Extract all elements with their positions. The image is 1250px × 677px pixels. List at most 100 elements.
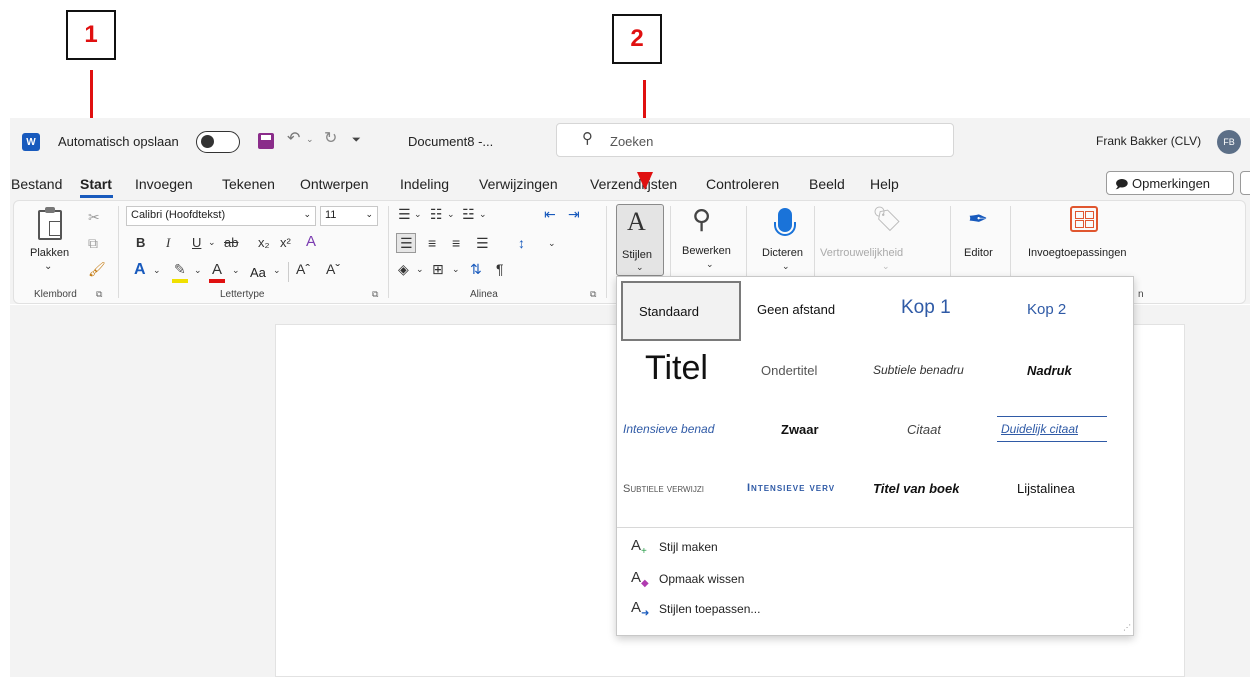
style-titel[interactable]: Titel (645, 349, 708, 388)
highlight-icon[interactable]: ✎ (174, 262, 186, 276)
style-lijstalinea[interactable]: Lijstalinea (1017, 481, 1075, 496)
tab-verwijzingen[interactable]: Verwijzingen (479, 176, 558, 192)
borders-icon[interactable]: ⊞ (432, 262, 444, 276)
align-center-icon[interactable]: ≡ (428, 236, 436, 250)
style-intensieve-benadrukking[interactable]: Intensieve benad (623, 422, 731, 436)
multilevel-dropdown-icon[interactable]: ⌄ (479, 210, 487, 219)
tab-invoegen[interactable]: Invoegen (135, 176, 193, 192)
addins-label[interactable]: Invoegtoepassingen (1028, 247, 1126, 259)
style-subtiele-verwijzing[interactable]: Subtiele verwijzi (623, 483, 739, 495)
resize-grip-icon[interactable]: ⋰ (1123, 623, 1131, 632)
comments-button[interactable]: 🗩 Opmerkingen (1106, 171, 1234, 195)
style-titel-van-boek[interactable]: Titel van boek (873, 481, 959, 496)
clear-formatting-icon[interactable]: A (306, 234, 316, 249)
customize-toolbar-icon[interactable]: ⏷ (352, 135, 361, 146)
cut-icon[interactable]: ✂ (88, 210, 100, 224)
paste-label[interactable]: Plakken (30, 247, 69, 259)
font-launcher-icon[interactable]: ⧉ (372, 290, 378, 299)
style-intensieve-verwijzing[interactable]: Intensieve verv (747, 482, 871, 494)
sort-icon[interactable]: ⇅ (470, 262, 482, 276)
copy-icon[interactable]: ⧉ (88, 236, 98, 250)
search-placeholder[interactable]: Zoeken (610, 134, 653, 149)
editor-icon[interactable]: ✒ (968, 208, 988, 232)
style-ondertitel[interactable]: Ondertitel (761, 363, 817, 378)
dictate-label[interactable]: Dicteren (762, 247, 803, 259)
text-effects-dropdown-icon[interactable]: ⌄ (153, 266, 161, 275)
avatar[interactable]: FB (1217, 130, 1241, 154)
multilevel-list-icon[interactable]: ☳ (462, 207, 475, 221)
clear-formatting-item[interactable]: A◆ Opmaak wissen (617, 565, 1133, 593)
increase-indent-icon[interactable]: ⇥ (568, 207, 580, 221)
tab-beeld[interactable]: Beeld (809, 176, 845, 192)
numbering-dropdown-icon[interactable]: ⌄ (447, 210, 455, 219)
align-left-button[interactable]: ☰ (396, 233, 416, 253)
paste-dropdown-icon[interactable]: ⌄ (44, 262, 52, 272)
borders-dropdown-icon[interactable]: ⌄ (452, 265, 460, 274)
shading-icon[interactable]: ◈ (398, 262, 409, 276)
undo-dropdown-icon[interactable]: ⌄ (306, 135, 314, 144)
bold-icon[interactable]: B (136, 236, 145, 249)
line-spacing-dropdown-icon[interactable]: ⌄ (548, 239, 556, 248)
edit-dropdown-icon[interactable]: ⌄ (706, 260, 714, 269)
paste-icon[interactable] (38, 207, 62, 240)
tab-help[interactable]: Help (870, 176, 899, 192)
underline-dropdown-icon[interactable]: ⌄ (208, 238, 216, 247)
highlight-dropdown-icon[interactable]: ⌄ (194, 266, 202, 275)
style-zwaar[interactable]: Zwaar (781, 422, 819, 437)
bullets-dropdown-icon[interactable]: ⌄ (414, 210, 422, 219)
style-duidelijk-citaat-tile[interactable]: Duidelijk citaat (997, 416, 1107, 442)
font-size-field[interactable]: 11 ⌄ (320, 206, 378, 226)
editor-label[interactable]: Editor (964, 247, 993, 259)
styles-button[interactable]: A Stijlen ⌄ (616, 204, 664, 276)
superscript-icon[interactable]: x² (280, 236, 291, 249)
style-standaard-tile[interactable]: Standaard (621, 281, 741, 341)
format-painter-icon[interactable]: 🖌 (88, 262, 106, 276)
font-name-dropdown-icon[interactable]: ⌄ (303, 209, 311, 220)
justify-icon[interactable]: ☰ (476, 236, 489, 250)
change-case-dropdown-icon[interactable]: ⌄ (273, 266, 281, 275)
style-kop-2[interactable]: Kop 2 (1027, 301, 1066, 318)
tab-tekenen[interactable]: Tekenen (222, 176, 275, 192)
text-effects-icon[interactable]: A (134, 262, 146, 278)
dictate-dropdown-icon[interactable]: ⌄ (782, 262, 790, 271)
find-icon[interactable]: ⚲ (692, 206, 711, 232)
strikethrough-icon[interactable]: ab (224, 236, 238, 249)
line-spacing-icon[interactable]: ↕ (518, 236, 525, 250)
subscript-icon[interactable]: x₂ (258, 236, 270, 249)
tab-verzendlijsten[interactable]: Verzendlijsten (590, 176, 677, 192)
font-name-field[interactable]: Calibri (Hoofdtekst) ⌄ (126, 206, 316, 226)
font-size-dropdown-icon[interactable]: ⌄ (365, 209, 373, 220)
underline-icon[interactable]: U (192, 236, 201, 249)
tab-bestand[interactable]: Bestand (11, 176, 62, 192)
change-case-button[interactable]: Aa (250, 265, 266, 280)
tab-ontwerpen[interactable]: Ontwerpen (300, 176, 368, 192)
save-icon[interactable] (258, 133, 274, 149)
apply-styles-item[interactable]: A➜ Stijlen toepassen... (617, 595, 1133, 623)
redo-icon[interactable]: ↻ (324, 131, 337, 147)
shrink-font-icon[interactable]: Aˇ (326, 262, 340, 276)
decrease-indent-icon[interactable]: ⇤ (544, 207, 556, 221)
clipboard-launcher-icon[interactable]: ⧉ (96, 290, 102, 299)
user-name[interactable]: Frank Bakker (CLV) (1096, 134, 1201, 148)
style-citaat[interactable]: Citaat (907, 422, 941, 437)
style-geen-afstand[interactable]: Geen afstand (757, 302, 835, 317)
tab-controleren[interactable]: Controleren (706, 176, 779, 192)
share-button-edge[interactable] (1240, 171, 1250, 195)
align-right-icon[interactable]: ≡ (452, 236, 460, 250)
tab-start[interactable]: Start (80, 176, 112, 192)
bullets-icon[interactable]: ☰ (398, 207, 411, 221)
tab-indeling[interactable]: Indeling (400, 176, 449, 192)
shading-dropdown-icon[interactable]: ⌄ (416, 265, 424, 274)
undo-icon[interactable]: ↶ (287, 131, 300, 147)
font-color-dropdown-icon[interactable]: ⌄ (232, 266, 240, 275)
autosave-toggle[interactable] (196, 131, 240, 153)
numbering-icon[interactable]: ☷ (430, 207, 443, 221)
grow-font-icon[interactable]: Aˆ (296, 262, 310, 276)
show-formatting-icon[interactable]: ¶ (496, 262, 504, 276)
style-nadruk[interactable]: Nadruk (1027, 363, 1072, 378)
paragraph-launcher-icon[interactable]: ⧉ (590, 290, 596, 299)
style-kop-1[interactable]: Kop 1 (901, 297, 951, 319)
create-style-item[interactable]: A+ Stijl maken (617, 533, 1133, 561)
style-subtiele-benadrukking[interactable]: Subtiele benadru (873, 363, 983, 377)
font-color-icon[interactable]: A (212, 262, 222, 277)
